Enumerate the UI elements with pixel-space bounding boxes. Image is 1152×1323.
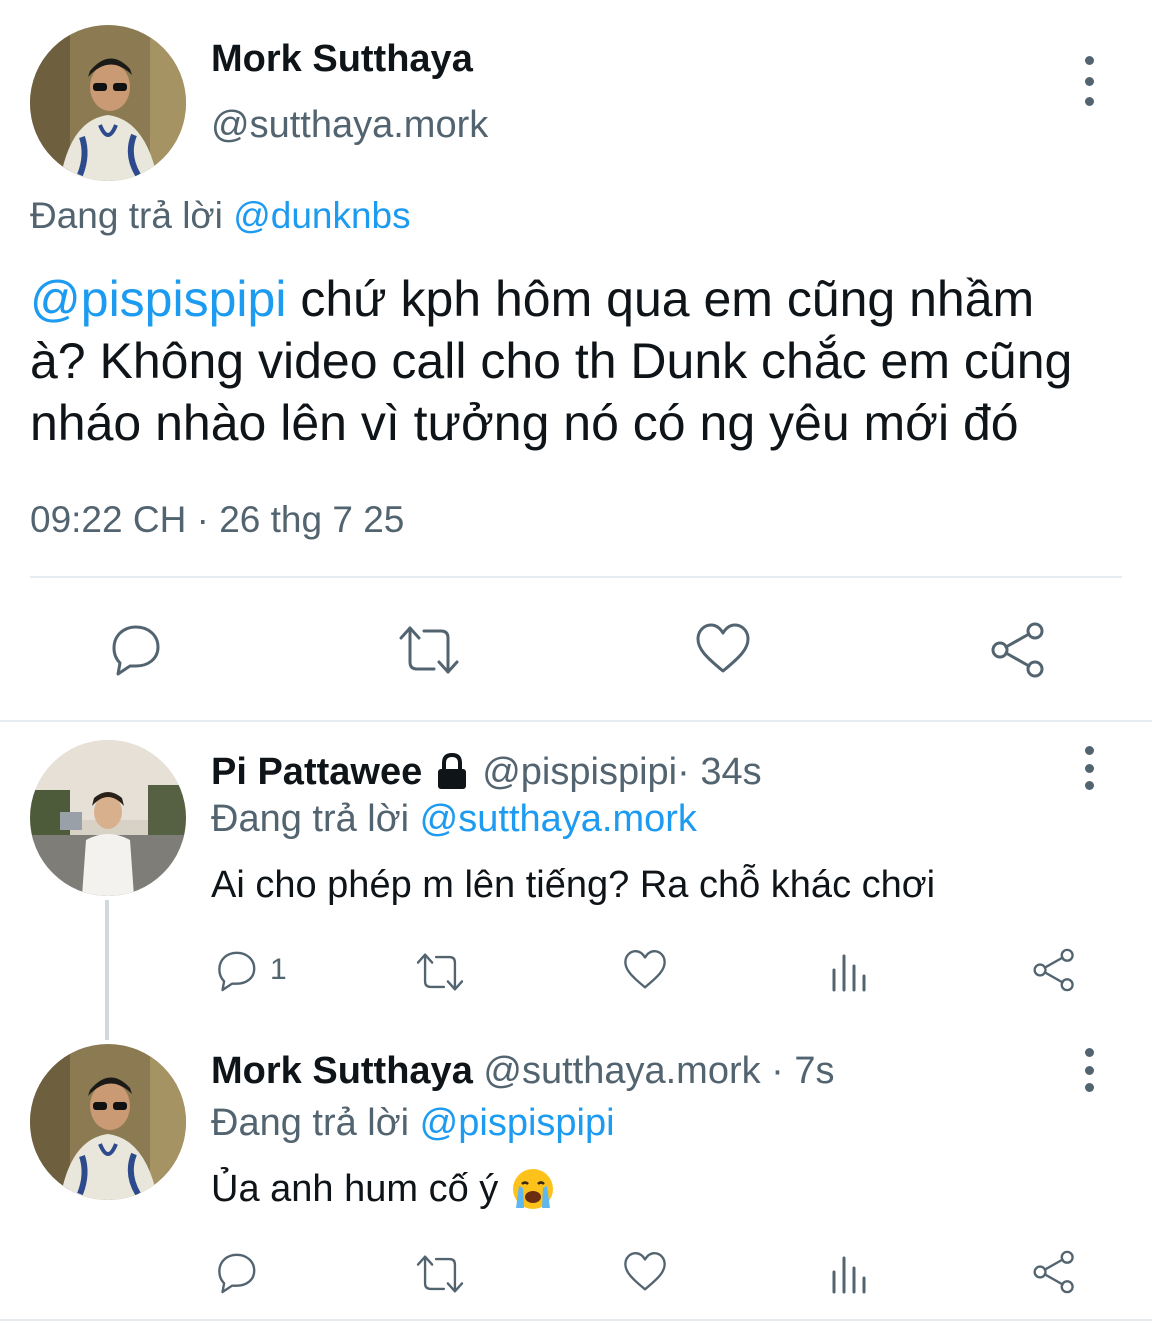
reply-icon[interactable]: [213, 1250, 259, 1296]
reply-to-link[interactable]: @pispispipi: [420, 1102, 615, 1144]
share-icon[interactable]: [1030, 1248, 1078, 1296]
reply-to-link[interactable]: @sutthaya.mork: [420, 798, 697, 840]
reply-icon[interactable]: [213, 948, 259, 994]
crying-emoji: [510, 1166, 556, 1212]
author-handle[interactable]: @pispispipi: [482, 751, 677, 794]
reply-context: Đang trả lời @pispispipi: [211, 1102, 615, 1145]
lock-icon: [438, 752, 467, 789]
tweet-age[interactable]: · 34s: [677, 751, 761, 794]
reply-text: Ủa anh hum cố ý: [211, 1166, 556, 1212]
author-name[interactable]: Mork Sutthaya: [211, 38, 473, 81]
like-icon[interactable]: [622, 1250, 668, 1294]
reply-header: Pi Pattawee @pispispipi · 34s: [211, 750, 762, 794]
reply-text: Ai cho phép m lên tiếng? Ra chỗ khác chơ…: [211, 864, 936, 906]
author-name[interactable]: Pi Pattawee: [211, 751, 422, 794]
retweet-icon[interactable]: [414, 1252, 466, 1296]
tweet-text-line-3: nháo nhào lên vì tưởng nó có ng yêu mới …: [30, 395, 1019, 451]
avatar-pi[interactable]: [30, 740, 186, 896]
share-icon[interactable]: [987, 620, 1049, 680]
reply-prefix: Đang trả lời: [211, 798, 410, 840]
retweet-icon[interactable]: [414, 950, 466, 994]
reply-header: Mork Sutthaya @sutthaya.mork · 7s: [211, 1050, 835, 1093]
more-icon[interactable]: [1069, 1048, 1109, 1092]
timestamp[interactable]: 09:22 CH · 26 thg 7 25: [30, 499, 404, 541]
tweet-text-line-2: à? Không video call cho th Dunk chắc em …: [30, 333, 1073, 389]
like-icon[interactable]: [622, 948, 668, 992]
reply-prefix: Đang trả lời: [30, 195, 223, 236]
author-handle[interactable]: @sutthaya.mork: [483, 1050, 760, 1092]
bottom-divider: [0, 1319, 1152, 1321]
avatar-mork-image: [30, 1044, 186, 1200]
mention-link[interactable]: @pispispipi: [30, 271, 286, 327]
share-icon[interactable]: [1030, 946, 1078, 994]
reply-to-link[interactable]: @dunknbs: [233, 195, 410, 236]
more-icon[interactable]: [1069, 746, 1109, 790]
reply-count: 1: [270, 953, 287, 986]
avatar-mork-image: [30, 25, 186, 181]
author-name[interactable]: Mork Sutthaya: [211, 1050, 473, 1092]
retweet-icon[interactable]: [396, 622, 462, 678]
tweet-text: @pispispipi chứ kph hôm qua em cũng nhầm…: [30, 268, 1072, 454]
reply-prefix: Đang trả lời: [211, 1102, 410, 1144]
thread-line: [105, 900, 109, 1040]
reply-text-body: Ủa anh hum cố ý: [211, 1167, 499, 1210]
section-divider: [0, 720, 1152, 722]
views-icon[interactable]: [829, 1252, 869, 1294]
tweet-text-line-1: @pispispipi chứ kph hôm qua em cũng nhầm: [30, 268, 1072, 330]
avatar-mork[interactable]: [30, 25, 186, 181]
like-icon[interactable]: [694, 621, 752, 677]
views-icon[interactable]: [829, 950, 869, 992]
author-handle[interactable]: @sutthaya.mork: [211, 104, 488, 147]
reply-icon[interactable]: [106, 621, 164, 679]
more-icon[interactable]: [1069, 56, 1109, 106]
tweet-text-line-1-body: chứ kph hôm qua em cũng nhầm: [286, 271, 1035, 327]
reply-context: Đang trả lời @sutthaya.mork: [211, 798, 697, 841]
avatar-mork[interactable]: [30, 1044, 186, 1200]
reply-context: Đang trả lời @dunknbs: [30, 195, 411, 237]
tweet-age[interactable]: · 7s: [761, 1050, 834, 1092]
divider: [30, 576, 1122, 578]
avatar-pi-image: [30, 740, 186, 896]
